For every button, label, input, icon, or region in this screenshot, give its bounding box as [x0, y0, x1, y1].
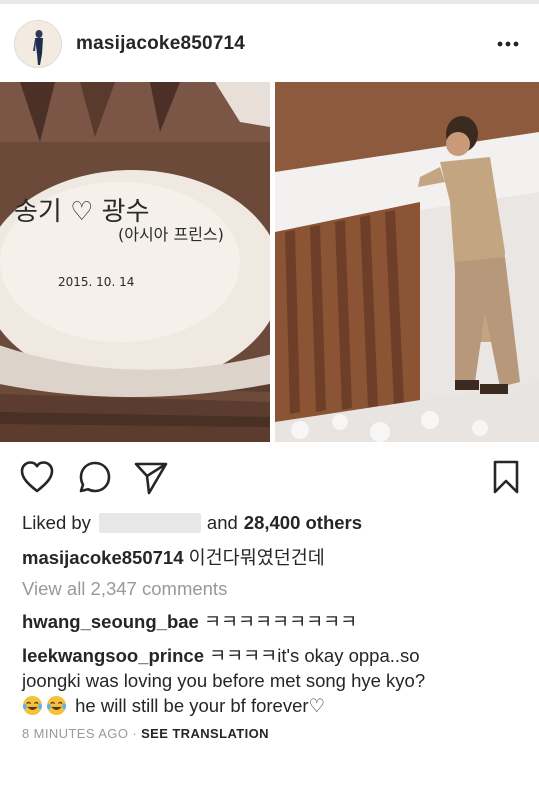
likes-row: Liked by and 28,400 others — [22, 511, 362, 535]
face-with-tears-of-joy-icon — [22, 695, 43, 716]
bookmark-icon[interactable] — [487, 458, 525, 496]
stone-inscription-2: (아시아 프린스) — [118, 225, 224, 244]
likes-count[interactable]: 28,400 others — [244, 512, 362, 534]
avatar-image — [15, 21, 61, 67]
photo-left-panel: 송기 ♡ 광수 (아시아 프린스) 2015. 10. 14 — [0, 82, 282, 442]
meta-separator: · — [132, 726, 138, 741]
likes-middle: and — [206, 512, 238, 533]
action-bar — [0, 452, 539, 502]
liker-name-redacted — [98, 513, 201, 533]
comment-text: he will still be your bf forever♡ — [75, 695, 326, 716]
likes-prefix: Liked by — [22, 512, 91, 533]
post-username[interactable]: masijacoke850714 — [76, 33, 245, 55]
post-header: masijacoke850714 — [0, 4, 539, 82]
more-horizontal-icon[interactable] — [494, 34, 522, 54]
comment-username[interactable]: hwang_seoung_bae — [22, 611, 199, 632]
comment-text: ㅋㅋㅋㅋㅋㅋㅋㅋㅋ — [203, 611, 358, 632]
comment-icon[interactable] — [76, 458, 114, 496]
view-all-comments-link[interactable]: View all 2,347 comments — [22, 578, 227, 600]
heart-icon[interactable] — [18, 458, 56, 496]
stone-inscription-date: 2015. 10. 14 — [58, 275, 134, 289]
comment-text: ㅋㅋㅋㅋit's okay oppa..so — [209, 645, 420, 666]
comment-text-line: joongki was loving you before met song h… — [22, 670, 426, 691]
caption-text: 이건다뭐였던건데 — [188, 547, 325, 568]
avatar[interactable] — [14, 20, 62, 68]
stone-inscription-1: 송기 ♡ 광수 — [14, 197, 150, 227]
send-icon[interactable] — [132, 458, 170, 496]
post-meta: 8 MINUTES AGO · SEE TRANSLATION — [22, 726, 269, 741]
comment-item: hwang_seoung_bae ㅋㅋㅋㅋㅋㅋㅋㅋㅋ — [22, 609, 522, 634]
comment-username[interactable]: leekwangsoo_prince — [22, 645, 204, 666]
face-with-tears-of-joy-icon — [46, 695, 67, 716]
comment-item: leekwangsoo_prince ㅋㅋㅋㅋit's okay oppa..s… — [22, 643, 522, 718]
post-timestamp: 8 MINUTES AGO — [22, 726, 129, 741]
post-photo[interactable]: 송기 ♡ 광수 (아시아 프린스) 2015. 10. 14 — [0, 82, 539, 442]
post-caption: masijacoke850714 이건다뭐였던건데 — [22, 544, 325, 570]
see-translation-link[interactable]: SEE TRANSLATION — [141, 726, 269, 741]
photo-right-panel — [275, 82, 539, 442]
caption-username[interactable]: masijacoke850714 — [22, 547, 184, 568]
